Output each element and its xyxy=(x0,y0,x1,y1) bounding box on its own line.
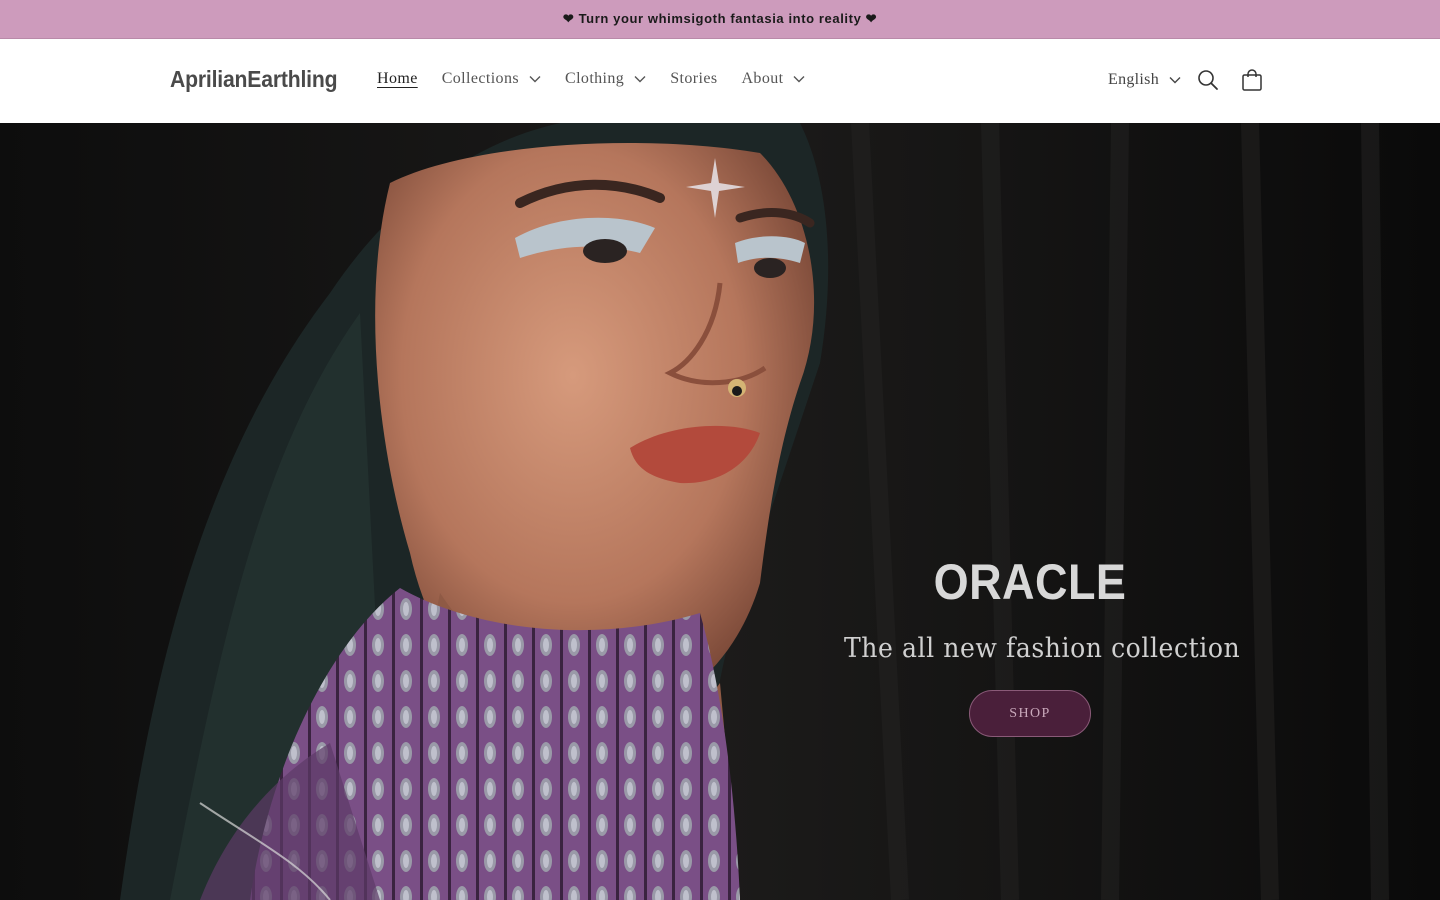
shop-button[interactable]: SHOP xyxy=(969,690,1091,737)
hero-banner: ORACLE The all new fashion collection SH… xyxy=(0,123,1440,900)
search-icon[interactable] xyxy=(1196,68,1220,92)
nav-item-stories[interactable]: Stories xyxy=(670,70,717,88)
site-logo[interactable]: AprilianEarthling xyxy=(170,66,338,93)
cart-icon[interactable] xyxy=(1240,68,1264,92)
nav-item-home[interactable]: Home xyxy=(377,70,418,88)
hero-image xyxy=(0,123,1440,900)
nav-item-label: Stories xyxy=(670,70,718,87)
nav-item-label: Home xyxy=(377,70,418,87)
hero-title: ORACLE xyxy=(933,554,1127,610)
language-label: English xyxy=(1108,71,1159,88)
nav-item-label: Collections xyxy=(441,70,519,87)
hero-subtitle: The all new fashion collection xyxy=(844,633,1241,664)
language-selector[interactable]: English xyxy=(1108,71,1181,89)
chevron-down-icon xyxy=(634,75,646,83)
chevron-down-icon xyxy=(793,75,805,83)
nav-item-label: About xyxy=(741,70,784,87)
nav-item-collections[interactable]: Collections xyxy=(442,70,541,88)
nav-item-about[interactable]: About xyxy=(741,70,805,88)
chevron-down-icon xyxy=(1169,76,1181,84)
hero-content: ORACLE The all new fashion collection SH… xyxy=(830,553,1241,737)
main-nav: Home Collections Clothing Stories About xyxy=(377,70,829,88)
site-header: AprilianEarthling Home Collections Cloth… xyxy=(0,39,1440,123)
chevron-down-icon xyxy=(529,75,541,83)
announcement-text: ❤ Turn your whimsigoth fantasia into rea… xyxy=(562,11,878,26)
announcement-bar: ❤ Turn your whimsigoth fantasia into rea… xyxy=(0,0,1440,39)
nav-item-label: Clothing xyxy=(565,70,625,87)
nav-item-clothing[interactable]: Clothing xyxy=(565,70,646,88)
